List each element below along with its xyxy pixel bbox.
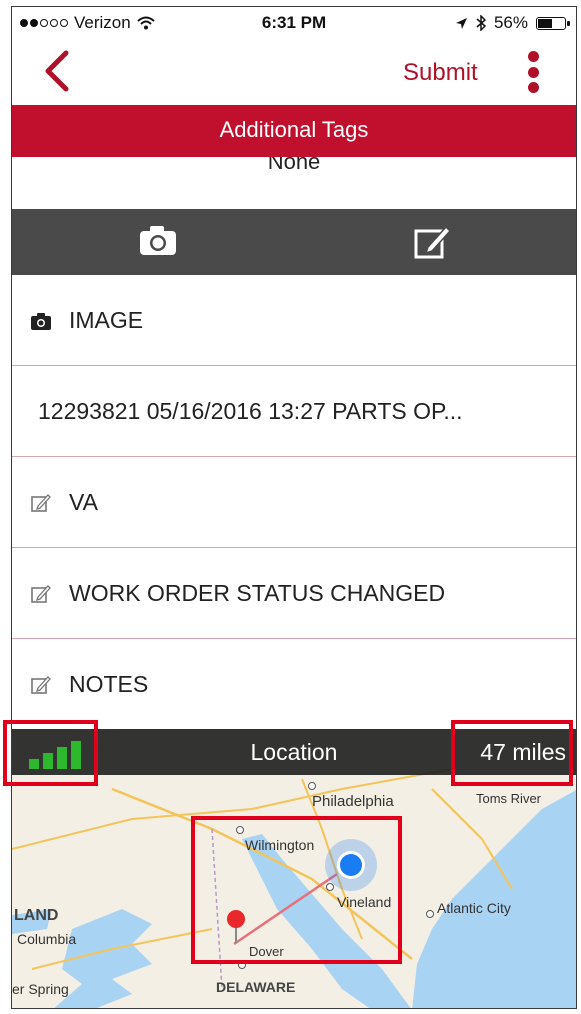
back-chevron-icon[interactable] xyxy=(38,49,78,93)
list-item-image[interactable]: IMAGE xyxy=(12,275,576,366)
edit-note-icon[interactable] xyxy=(410,221,454,261)
map-label-dover: Dover xyxy=(249,944,284,959)
edit-icon xyxy=(31,676,51,694)
location-arrow-icon xyxy=(455,17,467,29)
phone-screen: Verizon 6:31 PM 56% Submit None Addition… xyxy=(11,6,577,1009)
nav-bar: Submit xyxy=(12,37,576,105)
map-label-vineland: Vineland xyxy=(337,894,392,910)
more-vertical-icon[interactable] xyxy=(524,49,542,95)
submit-button[interactable]: Submit xyxy=(403,59,478,87)
list-item-notes[interactable]: NOTES xyxy=(12,639,576,730)
list-item-label: 12293821 05/16/2016 13:27 PARTS OP... xyxy=(38,398,463,424)
list-item-label: NOTES xyxy=(69,671,149,697)
bluetooth-icon xyxy=(476,15,486,31)
map-label-land: LAND xyxy=(14,907,59,924)
list-item-label: VA xyxy=(69,489,98,515)
list-item-parts-order[interactable]: 12293821 05/16/2016 13:27 PARTS OP... xyxy=(12,366,576,457)
map-label-wilmington: Wilmington xyxy=(245,837,315,853)
list-item-label: IMAGE xyxy=(69,307,144,333)
map-label-atlantic-city: Atlantic City xyxy=(437,900,511,916)
location-bar[interactable]: Location 47 miles xyxy=(12,729,576,775)
camera-icon[interactable] xyxy=(136,221,180,261)
map-label-columbia: Columbia xyxy=(17,931,77,947)
additional-tags-header[interactable]: Additional Tags xyxy=(12,105,576,157)
camera-icon xyxy=(31,313,51,330)
battery-percent: 56% xyxy=(493,13,528,32)
map-label-toms-river: Toms River xyxy=(476,791,542,806)
status-bar: Verizon 6:31 PM 56% xyxy=(12,7,576,37)
map-label-philadelphia: Philadelphia xyxy=(312,793,394,810)
map-label-delaware: DELAWARE xyxy=(216,979,296,995)
list-item-label: WORK ORDER STATUS CHANGED xyxy=(69,580,446,606)
list-item-va[interactable]: VA xyxy=(12,457,576,548)
edit-icon xyxy=(31,585,51,603)
media-toolbar xyxy=(12,209,576,275)
edit-icon xyxy=(31,494,51,512)
distance-label: 47 miles xyxy=(480,739,566,765)
battery-icon xyxy=(536,16,570,30)
list-item-status-changed[interactable]: WORK ORDER STATUS CHANGED xyxy=(12,548,576,639)
map-label-silver-spring: er Spring xyxy=(12,981,69,997)
